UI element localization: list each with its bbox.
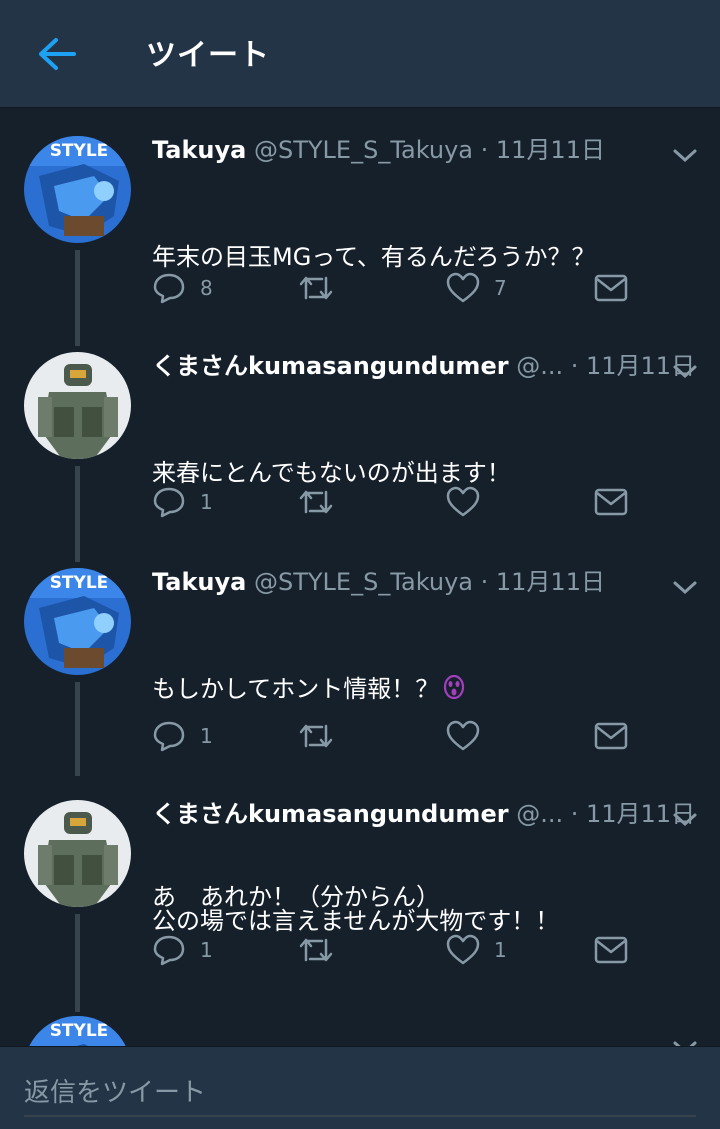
chevron-down-icon[interactable] <box>672 812 698 828</box>
chevron-down-icon[interactable] <box>672 148 698 164</box>
reply-count: 1 <box>200 724 213 748</box>
reply-composer <box>0 1046 720 1129</box>
thread-connector <box>75 682 80 776</box>
retweet-icon <box>299 724 333 748</box>
reply-button[interactable]: 1 <box>152 930 213 970</box>
like-count: 1 <box>494 938 507 962</box>
share-button[interactable] <box>594 268 628 308</box>
share-button[interactable] <box>594 930 628 970</box>
tweet-text-line: もしかしてホント情報！？ <box>152 672 465 710</box>
tweet-actions: 1 1 <box>152 930 672 970</box>
tweet-text: 年末の目玉MGって、有るんだろうか？？ <box>152 172 595 342</box>
tweet-actions: 8 7 <box>152 268 672 308</box>
retweet-button[interactable] <box>298 268 348 308</box>
heart-icon <box>446 720 480 751</box>
share-button[interactable] <box>594 482 628 522</box>
username[interactable]: @... <box>516 352 563 380</box>
chevron-down-icon[interactable] <box>672 364 698 380</box>
tweet-text: 公の場では言えませんが大物です！！ <box>152 836 559 1006</box>
username[interactable]: @... <box>516 800 563 828</box>
retweet-button[interactable] <box>298 716 348 756</box>
page-title: ツイート <box>146 38 270 73</box>
thread-connector <box>75 250 80 346</box>
avatar[interactable] <box>24 352 131 459</box>
display-name[interactable]: Takuya <box>152 136 246 164</box>
tweet-actions: 1 <box>152 482 672 522</box>
tweet-date: · 11月11日 <box>480 568 605 596</box>
reply-input[interactable] <box>24 1071 696 1117</box>
reply-count: 1 <box>200 490 213 514</box>
tweet-text-segment: もしかしてホント情報！？ <box>152 675 440 703</box>
retweet-icon <box>299 276 333 300</box>
tweet-text: 来春にとんでもないのが出ます！ <box>152 388 511 558</box>
reply-icon <box>153 935 185 966</box>
envelope-icon <box>594 936 628 964</box>
tweet-header: Takuya @STYLE_S_Takuya · 11月11日 <box>152 136 605 164</box>
top-bar: ツイート <box>0 0 720 108</box>
tweet-actions: 1 <box>152 716 672 756</box>
svg-text:STYLE: STYLE <box>50 141 109 161</box>
reply-button[interactable]: 1 <box>152 482 213 522</box>
chevron-down-icon[interactable] <box>672 580 698 596</box>
reply-count: 1 <box>200 938 213 962</box>
retweet-icon <box>299 490 333 514</box>
retweet-icon <box>299 938 333 962</box>
display-name[interactable]: くまさんkumasangundumer <box>152 352 509 380</box>
like-button[interactable] <box>446 716 494 756</box>
avatar[interactable]: STYLE <box>24 136 131 243</box>
avatar[interactable]: STYLE <box>24 568 131 675</box>
tweet-header: Takuya @STYLE_S_Takuya · 11月11日 <box>152 568 605 596</box>
display-name[interactable]: Takuya <box>152 568 246 596</box>
tweet-date: · 11月11日 <box>480 136 605 164</box>
svg-text:STYLE: STYLE <box>50 1021 109 1041</box>
scream-emoji-icon <box>443 674 465 710</box>
tweet-header: くまさんkumasangundumer @... · 11月11日 <box>152 800 695 828</box>
reply-button[interactable]: 1 <box>152 716 213 756</box>
thread-connector <box>75 914 80 1012</box>
username[interactable]: @STYLE_S_Takuya <box>254 136 473 164</box>
tweet-header: くまさんkumasangundumer @... · 11月11日 <box>152 352 695 380</box>
reply-count: 8 <box>200 276 213 300</box>
thread-connector <box>75 466 80 562</box>
retweet-button[interactable] <box>298 930 348 970</box>
like-button[interactable] <box>446 482 494 522</box>
envelope-icon <box>594 488 628 516</box>
reply-icon <box>153 487 185 518</box>
svg-text:STYLE: STYLE <box>50 573 109 593</box>
back-arrow-icon[interactable] <box>36 36 78 72</box>
heart-icon <box>446 272 480 303</box>
like-button[interactable]: 7 <box>446 268 507 308</box>
like-button[interactable]: 1 <box>446 930 507 970</box>
heart-icon <box>446 486 480 517</box>
avatar[interactable] <box>24 800 131 907</box>
display-name[interactable]: くまさんkumasangundumer <box>152 800 509 828</box>
retweet-button[interactable] <box>298 482 348 522</box>
avatar[interactable]: STYLE <box>24 1016 131 1046</box>
reply-icon <box>153 721 185 752</box>
share-button[interactable] <box>594 716 628 756</box>
envelope-icon <box>594 722 628 750</box>
tweet-thread[interactable]: STYLE Takuya @STYLE_S_Takuya · 11月11日 年末… <box>0 110 720 1046</box>
username[interactable]: @STYLE_S_Takuya <box>254 568 473 596</box>
heart-icon <box>446 934 480 965</box>
envelope-icon <box>594 274 628 302</box>
reply-button[interactable]: 8 <box>152 268 213 308</box>
like-count: 7 <box>494 276 507 300</box>
reply-icon <box>153 273 185 304</box>
